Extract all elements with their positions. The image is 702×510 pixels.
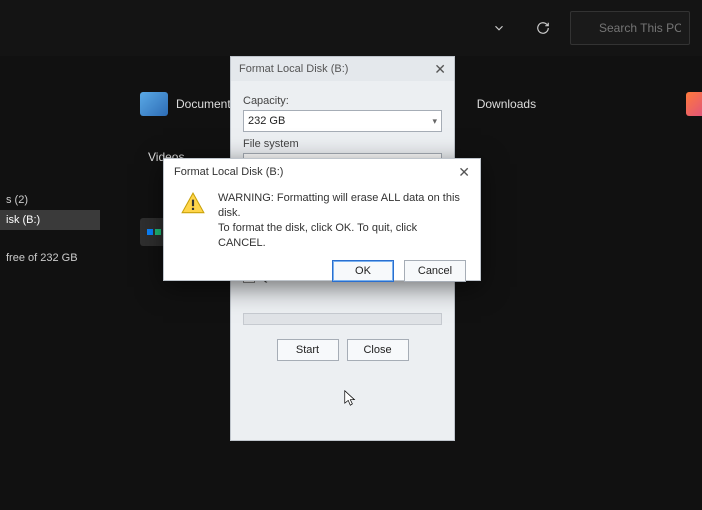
format-title: Format Local Disk (B:) <box>239 63 348 75</box>
ok-button[interactable]: OK <box>332 260 394 282</box>
chevron-down-icon: ▾ <box>432 116 437 127</box>
capacity-select[interactable]: 232 GB ▾ <box>243 110 442 132</box>
capacity-label: Capacity: <box>243 95 442 107</box>
start-button[interactable]: Start <box>277 339 339 361</box>
explorer-topbar <box>0 0 702 56</box>
desktop: Documents Downloads Music Videos s (2) i… <box>0 0 702 510</box>
folder-documents[interactable]: Documents <box>140 92 237 116</box>
warning-dialog: Format Local Disk (B:) ✕ WARNING: Format… <box>163 158 481 281</box>
sidebar-fragment: s (2) isk (B:) free of 232 GB <box>0 190 100 268</box>
folder-music[interactable]: Music <box>686 92 702 116</box>
chevron-down-icon[interactable] <box>482 11 516 45</box>
search-wrap <box>570 11 690 45</box>
filesystem-label: File system <box>243 138 442 150</box>
format-titlebar: Format Local Disk (B:) ✕ <box>231 57 454 81</box>
search-input[interactable] <box>570 11 690 45</box>
warning-icon <box>180 191 206 217</box>
folder-label: Documents <box>176 97 237 111</box>
close-icon[interactable]: ✕ <box>458 164 470 181</box>
warning-title: Format Local Disk (B:) <box>174 166 283 178</box>
refresh-icon[interactable] <box>526 11 560 45</box>
warning-line1: WARNING: Formatting will erase ALL data … <box>218 191 464 221</box>
folder-downloads[interactable]: Downloads <box>477 92 536 116</box>
folder-label: Downloads <box>477 97 536 111</box>
sidebar-row-selected[interactable]: isk (B:) <box>0 210 100 230</box>
warning-line2: To format the disk, click OK. To quit, c… <box>218 221 464 251</box>
capacity-value: 232 GB <box>248 115 285 127</box>
folder-icon <box>140 92 168 116</box>
cancel-button[interactable]: Cancel <box>404 260 466 282</box>
sidebar-row[interactable]: s (2) <box>0 190 100 210</box>
close-icon[interactable]: ✕ <box>434 61 446 78</box>
sidebar-freespace: free of 232 GB <box>0 248 100 268</box>
warning-titlebar: Format Local Disk (B:) ✕ <box>164 159 480 185</box>
warning-message: WARNING: Formatting will erase ALL data … <box>218 191 464 250</box>
folder-icon <box>686 92 702 116</box>
format-progressbar <box>243 313 442 325</box>
close-button[interactable]: Close <box>347 339 409 361</box>
